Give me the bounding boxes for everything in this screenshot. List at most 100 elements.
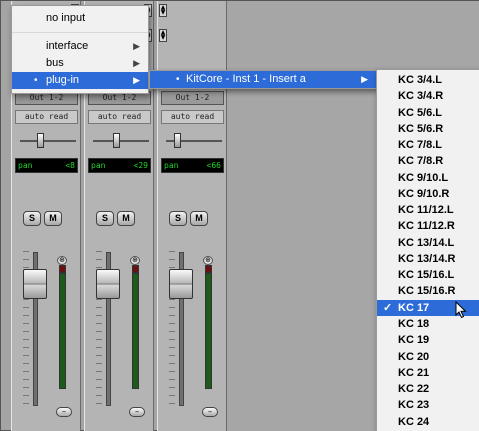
- pan-readout: pan <29: [88, 158, 151, 173]
- level-meter: [132, 273, 139, 389]
- pan-slider[interactable]: [174, 133, 181, 148]
- menu-item-output[interactable]: KC 15/16.L: [377, 267, 479, 283]
- menu-item-label: KC 15/16.R: [398, 285, 456, 298]
- menu-item-label: KC 11/12.L: [398, 204, 454, 217]
- menu-item-label: KC 3/4.L: [398, 74, 443, 86]
- menu-item-output[interactable]: KC 23: [377, 397, 479, 413]
- meter-lock-icon[interactable]: ⊕: [130, 256, 140, 265]
- menu-item-output[interactable]: KC 11/12.L: [377, 202, 479, 218]
- submenu-arrow-icon: ▶: [361, 74, 368, 84]
- kitcore-outputs-submenu: KC 3/4.L KC 3/4.R KC 5/6.L KC 5/6.R KC 7…: [376, 69, 479, 431]
- menu-item-output[interactable]: KC 7/8.L: [377, 137, 479, 153]
- menu-item-label: KC 19: [398, 334, 430, 347]
- menu-item-label: bus: [46, 57, 64, 69]
- menu-item-plug-in[interactable]: • plug-in ▶: [12, 72, 148, 89]
- pan-track: [93, 140, 149, 142]
- menu-item-interface[interactable]: interface ▶: [12, 38, 148, 55]
- menu-item-label: KC 5/6.R: [398, 122, 444, 135]
- output-selector[interactable]: Out 1-2: [161, 91, 224, 105]
- menu-item-output[interactable]: KC 5/6.R: [377, 121, 479, 137]
- menu-item-label: KC 7/8.R: [398, 155, 444, 168]
- input-stepper-up-icon[interactable]: ▲▼: [159, 4, 167, 17]
- menu-item-label: KC 15/16.L: [398, 269, 455, 282]
- meter-lock-icon[interactable]: ⊕: [203, 256, 213, 265]
- automation-mode[interactable]: auto read: [161, 110, 224, 124]
- meter-lock-icon[interactable]: ⊕: [57, 256, 67, 265]
- mute-button[interactable]: M: [117, 211, 135, 226]
- pan-label: pan: [91, 161, 106, 170]
- mixer-window: ▲▼ ▲▼ Out 1-2 auto read pan <8 S M ⊕ – ▲…: [0, 0, 479, 431]
- pan-readout: pan <66: [161, 158, 224, 173]
- menu-item-label: KC 9/10.L: [398, 171, 449, 184]
- submenu-arrow-icon: ▶: [133, 58, 140, 68]
- menu-item-output[interactable]: KC 19: [377, 332, 479, 348]
- menu-item-label: KC 17: [398, 301, 430, 314]
- mouse-pointer-icon: [455, 301, 467, 319]
- menu-item-label: KC 24: [398, 415, 430, 428]
- volume-fader[interactable]: [23, 269, 47, 299]
- menu-item-label: KC 5/6.L: [398, 106, 443, 119]
- pan-label: pan: [18, 161, 33, 170]
- pan-slider[interactable]: [113, 133, 120, 148]
- input-menu: no input interface ▶ bus ▶ • plug-in ▶: [11, 5, 149, 94]
- menu-item-output[interactable]: KC 13/14.L: [377, 235, 479, 251]
- menu-item-output[interactable]: KC 22: [377, 381, 479, 397]
- menu-item-output[interactable]: KC 9/10.L: [377, 170, 479, 186]
- checkmark-icon: ✓: [383, 301, 393, 314]
- menu-item-label: KC 13/14.R: [398, 252, 456, 265]
- level-meter: [59, 273, 66, 389]
- group-button[interactable]: –: [202, 407, 218, 417]
- pan-label: pan: [164, 161, 179, 170]
- menu-item-output[interactable]: KC 5/6.L: [377, 105, 479, 121]
- group-button[interactable]: –: [56, 407, 72, 417]
- menu-item-label: interface: [46, 40, 89, 52]
- pan-value: <66: [206, 161, 221, 170]
- menu-item-output[interactable]: KC 15/16.R: [377, 283, 479, 299]
- menu-item-output[interactable]: KC 3/4.R: [377, 88, 479, 104]
- level-meter: [205, 273, 212, 389]
- menu-item-label: KC 21: [398, 366, 430, 379]
- input-stepper-icon[interactable]: ▲▼: [159, 29, 167, 42]
- bullet-icon: •: [176, 74, 180, 85]
- automation-mode[interactable]: auto read: [15, 110, 78, 124]
- menu-item-label: KC 23: [398, 399, 430, 412]
- submenu-arrow-icon: ▶: [133, 75, 140, 85]
- menu-item-kitcore-insert[interactable]: • KitCore - Inst 1 - Insert a ▶: [150, 71, 376, 88]
- menu-item-output[interactable]: KC 13/14.R: [377, 251, 479, 267]
- menu-item-label: KC 9/10.R: [398, 187, 450, 200]
- menu-item-no-input[interactable]: no input: [12, 10, 148, 27]
- clip-indicator: [205, 265, 212, 273]
- group-button[interactable]: –: [129, 407, 145, 417]
- menu-item-output[interactable]: KC 9/10.R: [377, 186, 479, 202]
- clip-indicator: [59, 265, 66, 273]
- mute-button[interactable]: M: [190, 211, 208, 226]
- menu-item-label: KC 22: [398, 383, 430, 396]
- channel-strip-3: ▲ ▼ ▲ ▼ Out 1-2 auto read pan <66 S M ⊕ –: [157, 1, 227, 431]
- menu-item-output[interactable]: KC 11/12.R: [377, 218, 479, 234]
- menu-item-output[interactable]: KC 24: [377, 414, 479, 430]
- solo-button[interactable]: S: [23, 211, 41, 226]
- menu-item-output[interactable]: KC 7/8.R: [377, 153, 479, 169]
- menu-item-output[interactable]: KC 20: [377, 349, 479, 365]
- pan-track: [20, 140, 76, 142]
- pan-value: <8: [65, 161, 75, 170]
- pan-slider[interactable]: [37, 133, 44, 148]
- pan-value: <29: [133, 161, 148, 170]
- menu-separator: [12, 32, 148, 33]
- plugin-submenu: • KitCore - Inst 1 - Insert a ▶: [149, 70, 377, 89]
- bullet-icon: •: [34, 75, 38, 86]
- menu-item-label: KitCore - Inst 1 - Insert a: [186, 73, 306, 85]
- volume-fader[interactable]: [169, 269, 193, 299]
- menu-item-bus[interactable]: bus ▶: [12, 55, 148, 72]
- menu-item-output[interactable]: KC 21: [377, 365, 479, 381]
- automation-mode[interactable]: auto read: [88, 110, 151, 124]
- submenu-arrow-icon: ▶: [133, 41, 140, 51]
- pan-readout: pan <8: [15, 158, 78, 173]
- solo-button[interactable]: S: [96, 211, 114, 226]
- mute-button[interactable]: M: [44, 211, 62, 226]
- menu-item-label: plug-in: [46, 74, 80, 86]
- solo-button[interactable]: S: [169, 211, 187, 226]
- volume-fader[interactable]: [96, 269, 120, 299]
- menu-item-output[interactable]: KC 3/4.L: [377, 72, 479, 88]
- menu-item-label: KC 20: [398, 350, 430, 363]
